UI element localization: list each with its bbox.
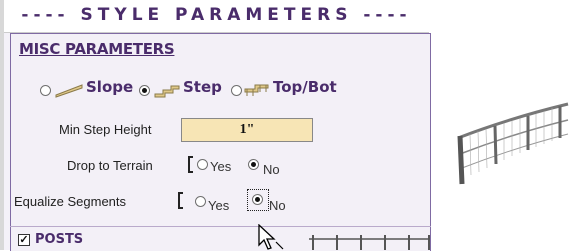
step-railing-icon bbox=[154, 85, 180, 98]
equalize-segments-bracket bbox=[178, 192, 183, 209]
posts-preview-thumbnail bbox=[309, 235, 430, 250]
drop-to-terrain-yes-label[interactable]: Yes bbox=[210, 159, 231, 174]
railing-3d-preview bbox=[457, 102, 569, 185]
drop-to-terrain-bracket bbox=[188, 156, 193, 173]
topbot-radio[interactable] bbox=[231, 85, 242, 96]
misc-parameters-title: MISC PARAMETERS bbox=[19, 40, 175, 58]
style-parameters-title: ---- STYLE PARAMETERS ---- bbox=[21, 5, 412, 25]
equalize-segments-yes-label[interactable]: Yes bbox=[208, 198, 229, 213]
equalize-segments-label: Equalize Segments bbox=[14, 194, 127, 209]
slope-railing-icon bbox=[55, 84, 83, 98]
mouse-cursor-icon bbox=[258, 224, 284, 250]
slope-option-label[interactable]: Slope bbox=[86, 78, 133, 96]
min-step-height-input[interactable]: 1" bbox=[181, 118, 313, 142]
style-parameters-panel: ---- STYLE PARAMETERS ---- MISC PARAMETE… bbox=[4, 0, 431, 251]
posts-checkbox[interactable]: ✓ bbox=[18, 234, 30, 246]
equalize-segments-yes-radio[interactable] bbox=[195, 196, 206, 207]
drop-to-terrain-no-label[interactable]: No bbox=[263, 162, 280, 177]
min-step-height-label: Min Step Height bbox=[59, 122, 152, 137]
style-parameters-label: STYLE PARAMETERS bbox=[80, 5, 353, 25]
section-divider bbox=[10, 226, 431, 227]
topbot-option-label[interactable]: Top/Bot bbox=[273, 78, 337, 96]
step-option-label[interactable]: Step bbox=[183, 78, 222, 96]
topbot-railing-icon bbox=[244, 84, 269, 96]
equalize-segments-no-label[interactable]: No bbox=[269, 198, 286, 213]
panel-header: ---- STYLE PARAMETERS ---- bbox=[4, 0, 429, 33]
misc-parameters-section: MISC PARAMETERS Slope Step Top/Bot Min S… bbox=[10, 33, 431, 251]
posts-label[interactable]: POSTS bbox=[35, 232, 83, 247]
drop-to-terrain-no-radio[interactable] bbox=[248, 159, 259, 170]
drop-to-terrain-yes-radio[interactable] bbox=[197, 159, 208, 170]
drop-to-terrain-label: Drop to Terrain bbox=[67, 158, 153, 173]
slope-radio[interactable] bbox=[40, 85, 51, 96]
equalize-segments-no-radio[interactable] bbox=[252, 194, 263, 205]
step-radio[interactable] bbox=[139, 85, 150, 96]
